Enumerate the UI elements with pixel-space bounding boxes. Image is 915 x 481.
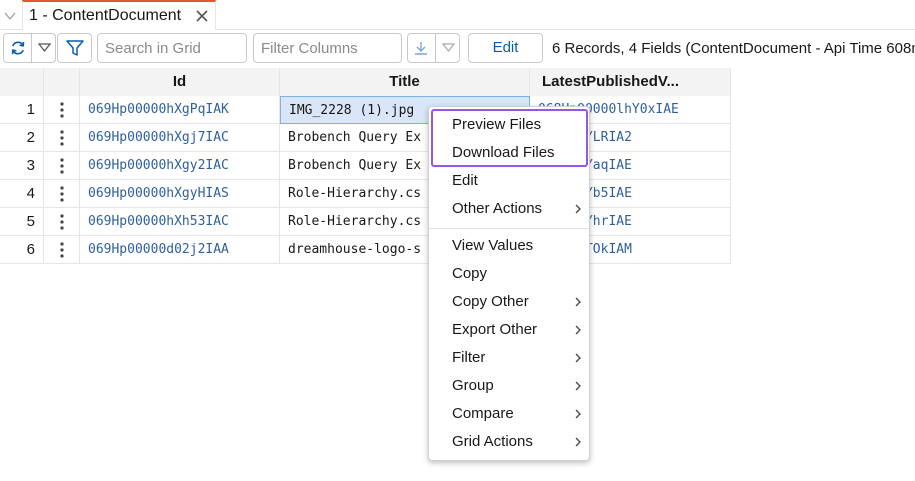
refresh-button-group (3, 33, 56, 63)
cell-id[interactable]: 069Hp00000d02j2IAA (80, 236, 280, 264)
chevron-right-icon (575, 325, 581, 335)
row-number: 3 (0, 152, 44, 180)
tab-label: 1 - ContentDocument (29, 7, 182, 24)
row-actions[interactable] (44, 236, 80, 264)
menu-item-group[interactable]: Group (429, 372, 589, 400)
row-number: 1 (0, 96, 44, 124)
cell-id[interactable]: 069Hp00000hXgj7IAC (80, 124, 280, 152)
menu-item-compare[interactable]: Compare (429, 400, 589, 428)
header-actions (44, 68, 80, 96)
filter-icon (66, 40, 84, 56)
menu-item-label: Grid Actions (452, 433, 533, 450)
chevron-right-icon (575, 204, 581, 214)
kebab-menu-icon[interactable] (60, 214, 64, 230)
menu-item-copy[interactable]: Copy (429, 260, 589, 288)
download-button-group (407, 33, 460, 63)
table-row[interactable]: 6069Hp00000d02j2IAAdreamhouse-logo-s0000… (0, 236, 731, 264)
chevron-down-icon[interactable] (3, 9, 17, 23)
cell-id[interactable]: 069Hp00000hXgyHIAS (80, 180, 280, 208)
toolbar: Edit 6 Records, 4 Fields (ContentDocumen… (0, 30, 915, 67)
row-number: 6 (0, 236, 44, 264)
column-header-title[interactable]: Title (280, 68, 530, 96)
row-number: 2 (0, 124, 44, 152)
search-input[interactable] (97, 33, 247, 63)
download-icon[interactable] (413, 40, 429, 56)
menu-item-preview-files[interactable]: Preview Files (429, 111, 589, 139)
chevron-down-icon[interactable] (38, 43, 51, 53)
close-icon[interactable] (196, 10, 208, 22)
chevron-right-icon (575, 381, 581, 391)
kebab-menu-icon[interactable] (60, 242, 64, 258)
menu-item-label: Download Files (452, 144, 555, 161)
menu-item-label: Export Other (452, 321, 538, 338)
menu-item-filter[interactable]: Filter (429, 344, 589, 372)
menu-item-label: Other Actions (452, 200, 543, 217)
table-row[interactable]: 1 069Hp00000hXgPqIAK IMG_2228 (1).jpg 068Hp… (0, 96, 731, 124)
menu-item-label: Group (452, 377, 494, 394)
refresh-icon[interactable] (10, 40, 26, 56)
context-menu: Preview Files Download Files Edit Other Act… (428, 106, 590, 461)
table-row[interactable]: 2069Hp00000hXgj7IACBrobench Query Ex0000… (0, 124, 731, 152)
menu-item-download-files[interactable]: Download Files (429, 139, 589, 167)
menu-item-label: Filter (452, 349, 486, 366)
menu-item-other-actions[interactable]: Other Actions (429, 195, 589, 223)
status-text: 6 Records, 4 Fields (ContentDocument - A… (552, 40, 915, 57)
chevron-right-icon (575, 353, 581, 363)
header-row: Id Title LatestPublishedV... (0, 68, 731, 96)
row-actions[interactable] (44, 124, 80, 152)
kebab-menu-icon[interactable] (60, 158, 64, 174)
row-number: 4 (0, 180, 44, 208)
row-actions[interactable] (44, 180, 80, 208)
chevron-down-icon[interactable] (442, 43, 455, 53)
menu-item-edit[interactable]: Edit (429, 167, 589, 195)
column-header-id[interactable]: Id (80, 68, 280, 96)
menu-item-label: Copy (452, 265, 488, 282)
menu-item-export-other[interactable]: Export Other (429, 316, 589, 344)
chevron-right-icon (575, 437, 581, 447)
divider (31, 34, 32, 62)
cell-id[interactable]: 069Hp00000hXgy2IAC (80, 152, 280, 180)
kebab-menu-icon[interactable] (60, 102, 64, 118)
table-row[interactable]: 3069Hp00000hXgy2IACBrobench Query Ex0000… (0, 152, 731, 180)
header-rownum (0, 68, 44, 96)
cell-id[interactable]: 069Hp00000hXh53IAC (80, 208, 280, 236)
kebab-menu-icon[interactable] (60, 186, 64, 202)
menu-item-label: Copy Other (452, 293, 529, 310)
menu-item-grid-actions[interactable]: Grid Actions (429, 428, 589, 456)
tab-strip: 1 - ContentDocument (0, 0, 915, 30)
row-actions[interactable] (44, 152, 80, 180)
chevron-right-icon (575, 297, 581, 307)
menu-item-copy-other[interactable]: Copy Other (429, 288, 589, 316)
table-row[interactable]: 4069Hp00000hXgyHIASRole-Hierarchy.cs0000… (0, 180, 731, 208)
kebab-menu-icon[interactable] (60, 130, 64, 146)
menu-item-label: Edit (452, 172, 478, 189)
cell-id[interactable]: 069Hp00000hXgPqIAK (80, 96, 280, 124)
filter-button[interactable] (57, 33, 92, 63)
row-number: 5 (0, 208, 44, 236)
chevron-right-icon (575, 409, 581, 419)
menu-item-label: Compare (452, 405, 514, 422)
menu-item-view-values[interactable]: View Values (429, 232, 589, 260)
table-row[interactable]: 5069Hp00000hXh53IACRole-Hierarchy.cs0000… (0, 208, 731, 236)
menu-item-label: View Values (452, 237, 534, 254)
row-actions[interactable] (44, 208, 80, 236)
edit-button[interactable]: Edit (468, 33, 543, 63)
tab-contentdocument[interactable]: 1 - ContentDocument (22, 0, 216, 30)
menu-item-label: Preview Files (452, 116, 542, 133)
row-actions[interactable] (44, 96, 80, 124)
divider (435, 34, 436, 62)
filter-columns-input[interactable] (253, 33, 402, 63)
menu-separator (429, 228, 589, 229)
column-header-latestpublished[interactable]: LatestPublishedV... (530, 68, 731, 96)
